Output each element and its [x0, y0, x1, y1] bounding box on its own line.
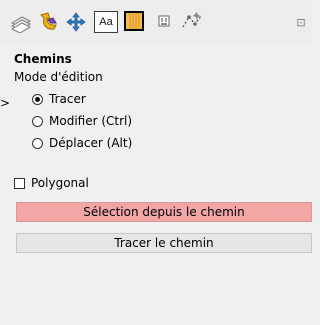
stroke-path-label: Tracer le chemin [114, 236, 214, 250]
overflow-label: ⊡ [296, 15, 306, 29]
mode-move-label: Déplacer (Alt) [49, 136, 133, 150]
pointer-marker: > [0, 96, 11, 110]
panel-title: Chemins [14, 52, 72, 66]
polygonal-checkbox[interactable] [14, 177, 25, 189]
text-tool-icon[interactable]: Aa [94, 11, 118, 33]
channels-icon[interactable] [152, 10, 176, 34]
mode-move-radio[interactable] [32, 137, 43, 149]
layers-icon[interactable] [8, 10, 32, 34]
polygonal-label: Polygonal [31, 176, 89, 190]
edit-mode-label: Mode d'édition [14, 70, 103, 84]
mode-move-option[interactable]: Déplacer (Alt) [32, 134, 132, 152]
toolbar: Aa ⊡ [0, 0, 313, 44]
selection-from-path-label: Sélection depuis le chemin [83, 205, 245, 219]
mode-modify-option[interactable]: Modifier (Ctrl) [32, 112, 132, 130]
path-editor-icon[interactable] [180, 10, 204, 34]
overflow-icon[interactable]: ⊡ [289, 10, 313, 34]
mode-modify-radio[interactable] [32, 115, 43, 127]
selection-from-path-button[interactable]: Sélection depuis le chemin [16, 202, 312, 222]
undo-history-icon[interactable] [38, 10, 62, 34]
text-tool-label: Aa [99, 16, 113, 28]
stroke-path-button[interactable]: Tracer le chemin [16, 233, 312, 253]
mode-trace-label: Tracer [49, 92, 86, 106]
paths-panel: Chemins Mode d'édition Tracer Modifier (… [10, 44, 313, 325]
move-icon[interactable] [64, 10, 88, 34]
mode-trace-option[interactable]: Tracer [32, 90, 86, 108]
mode-modify-label: Modifier (Ctrl) [49, 114, 133, 128]
polygonal-option[interactable]: Polygonal [14, 174, 89, 192]
mode-trace-radio[interactable] [32, 93, 43, 105]
paths-icon[interactable] [124, 11, 144, 31]
